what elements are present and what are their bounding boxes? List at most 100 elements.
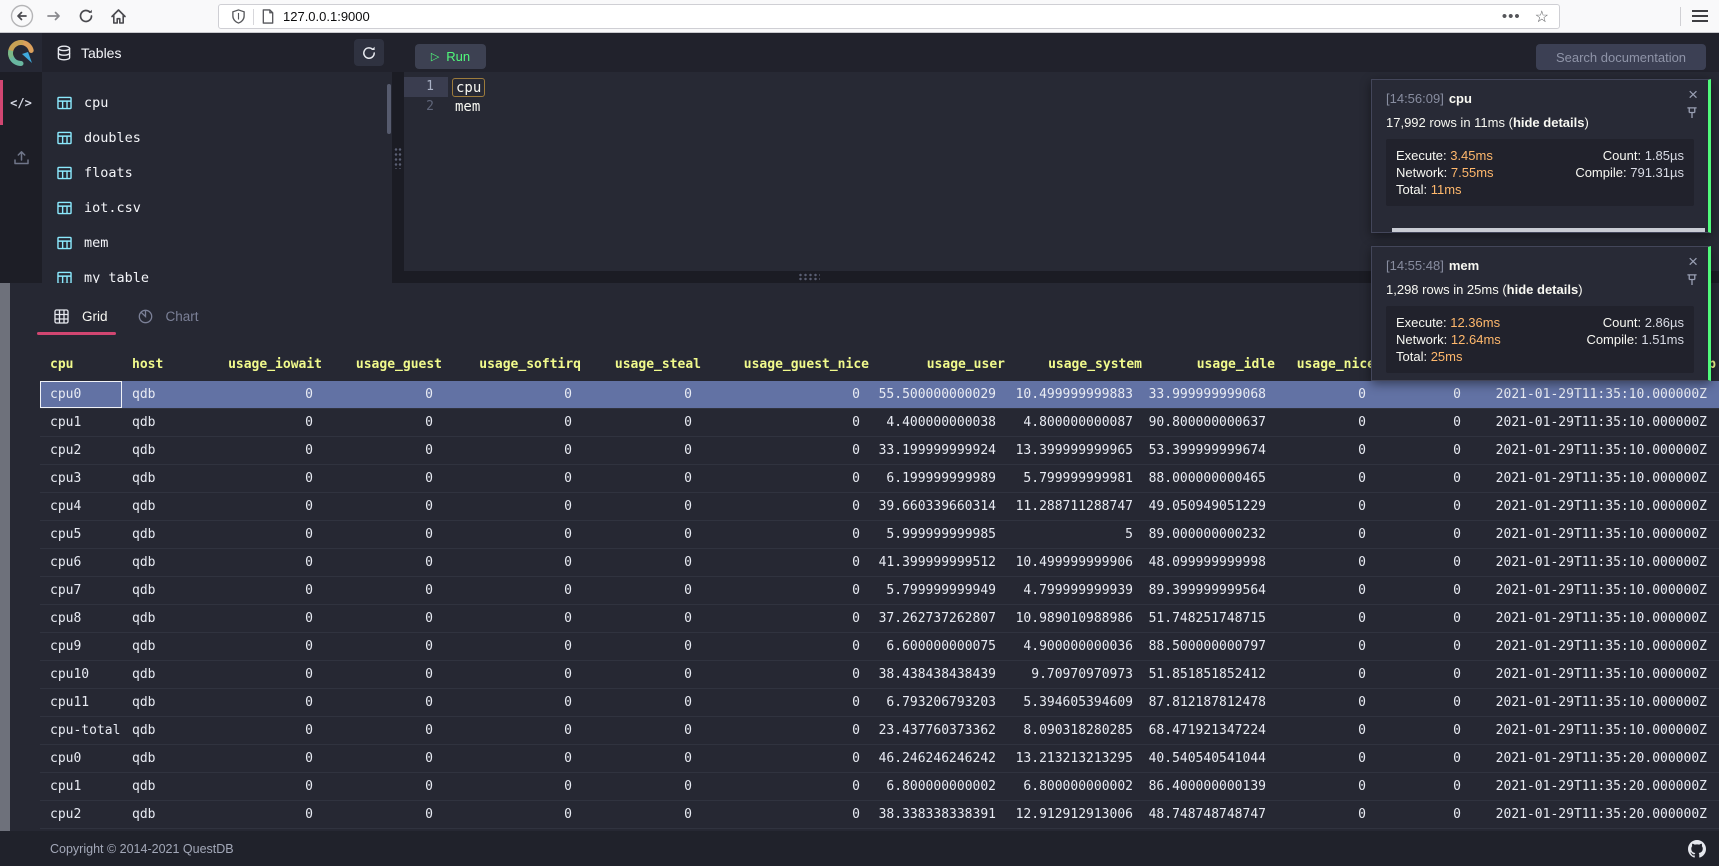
table-row[interactable]: cpu1qdb000006.8000000000026.800000000002… <box>40 773 1719 801</box>
table-cell[interactable]: 0 <box>584 801 704 828</box>
column-header[interactable]: usage_softirq <box>445 349 584 381</box>
table-cell[interactable]: qdb <box>122 745 200 772</box>
table-cell[interactable]: 4.400000000038 <box>872 409 1008 436</box>
page-info-icon[interactable] <box>261 9 275 24</box>
table-cell[interactable]: cpu1 <box>40 773 122 800</box>
table-row[interactable]: cpu1qdb000004.4000000000384.800000000087… <box>40 409 1719 437</box>
sidebar-item-mem[interactable]: mem <box>42 225 392 260</box>
table-cell[interactable]: 0 <box>704 689 872 716</box>
table-cell[interactable]: 0 <box>325 437 445 464</box>
table-cell[interactable]: 0 <box>1278 437 1378 464</box>
table-cell[interactable]: 0 <box>200 409 325 436</box>
table-cell[interactable]: 0 <box>200 437 325 464</box>
table-cell[interactable]: cpu8 <box>40 605 122 632</box>
table-cell[interactable]: cpu1 <box>40 409 122 436</box>
pin-icon[interactable] <box>1686 273 1698 289</box>
table-cell[interactable]: 0 <box>1278 409 1378 436</box>
table-row[interactable]: cpu5qdb000005.999999999985589.0000000002… <box>40 521 1719 549</box>
table-cell[interactable]: 12.912912913006 <box>1008 801 1145 828</box>
table-cell[interactable]: 0 <box>445 801 584 828</box>
table-cell[interactable]: qdb <box>122 605 200 632</box>
table-cell[interactable]: 0 <box>1378 689 1473 716</box>
table-cell[interactable]: 0 <box>1378 633 1473 660</box>
table-cell[interactable]: 0 <box>325 549 445 576</box>
table-row[interactable]: cpu0qdb0000055.50000000002910.4999999998… <box>40 381 1719 409</box>
table-cell[interactable]: 0 <box>584 549 704 576</box>
table-cell[interactable]: 0 <box>1278 745 1378 772</box>
table-cell[interactable]: 10.989010988986 <box>1008 605 1145 632</box>
sidebar-item-cpu[interactable]: cpu <box>42 85 392 120</box>
table-cell[interactable]: 10.499999999883 <box>1008 381 1145 408</box>
table-cell[interactable]: 4.900000000036 <box>1008 633 1145 660</box>
column-header[interactable]: usage_nice <box>1278 349 1378 381</box>
table-cell[interactable]: 2021-01-29T11:35:10.000000Z <box>1473 521 1719 548</box>
tables-scrollbar[interactable] <box>387 84 391 134</box>
table-cell[interactable]: 88.000000000465 <box>1145 465 1278 492</box>
table-cell[interactable]: 86.400000000139 <box>1145 773 1278 800</box>
table-cell[interactable]: 89.399999999564 <box>1145 577 1278 604</box>
table-cell[interactable]: 2021-01-29T11:35:10.000000Z <box>1473 605 1719 632</box>
table-cell[interactable]: cpu10 <box>40 661 122 688</box>
table-cell[interactable]: 2021-01-29T11:35:10.000000Z <box>1473 689 1719 716</box>
table-cell[interactable]: 39.660339660314 <box>872 493 1008 520</box>
table-cell[interactable]: 0 <box>325 577 445 604</box>
table-cell[interactable]: 0 <box>200 773 325 800</box>
table-cell[interactable]: 0 <box>445 493 584 520</box>
table-cell[interactable]: 0 <box>704 381 872 408</box>
table-cell[interactable]: 0 <box>200 465 325 492</box>
table-cell[interactable]: 0 <box>445 381 584 408</box>
table-cell[interactable]: 0 <box>445 549 584 576</box>
vertical-splitter[interactable] <box>392 72 404 283</box>
table-cell[interactable]: 0 <box>704 717 872 744</box>
table-cell[interactable]: 0 <box>200 633 325 660</box>
close-icon[interactable]: × <box>1688 253 1698 270</box>
table-cell[interactable]: 0 <box>584 465 704 492</box>
table-row[interactable]: cpu3qdb000006.1999999999895.799999999981… <box>40 465 1719 493</box>
table-cell[interactable]: 0 <box>445 577 584 604</box>
table-cell[interactable]: 2021-01-29T11:35:20.000000Z <box>1473 745 1719 772</box>
table-cell[interactable]: 0 <box>445 521 584 548</box>
table-cell[interactable]: 5.394605394609 <box>1008 689 1145 716</box>
left-scrollbar-strip[interactable] <box>0 283 10 831</box>
table-cell[interactable]: 49.050949051229 <box>1145 493 1278 520</box>
table-row[interactable]: cpu6qdb0000041.39999999951210.4999999999… <box>40 549 1719 577</box>
table-cell[interactable]: 0 <box>704 465 872 492</box>
table-cell[interactable]: 0 <box>200 689 325 716</box>
table-cell[interactable]: 0 <box>445 661 584 688</box>
table-cell[interactable]: 0 <box>1278 801 1378 828</box>
table-cell[interactable]: 87.812187812478 <box>1145 689 1278 716</box>
sidebar-item-iot.csv[interactable]: iot.csv <box>42 190 392 225</box>
table-row[interactable]: cpu2qdb0000038.33833833839112.9129129130… <box>40 801 1719 829</box>
table-cell[interactable]: 0 <box>325 745 445 772</box>
table-cell[interactable]: cpu2 <box>40 801 122 828</box>
table-cell[interactable]: 2021-01-29T11:35:10.000000Z <box>1473 409 1719 436</box>
table-cell[interactable]: 13.399999999965 <box>1008 437 1145 464</box>
table-cell[interactable]: qdb <box>122 521 200 548</box>
pin-icon[interactable] <box>1686 106 1698 122</box>
table-cell[interactable]: 68.471921347224 <box>1145 717 1278 744</box>
column-header[interactable]: usage_user <box>872 349 1008 381</box>
table-cell[interactable]: 0 <box>445 717 584 744</box>
table-cell[interactable]: 0 <box>325 465 445 492</box>
table-cell[interactable]: qdb <box>122 465 200 492</box>
table-cell[interactable]: 2021-01-29T11:35:10.000000Z <box>1473 465 1719 492</box>
github-link[interactable] <box>1688 840 1706 863</box>
table-cell[interactable]: 37.262737262807 <box>872 605 1008 632</box>
table-cell[interactable]: qdb <box>122 437 200 464</box>
table-cell[interactable]: 2021-01-29T11:35:10.000000Z <box>1473 493 1719 520</box>
table-cell[interactable]: 0 <box>1278 717 1378 744</box>
table-cell[interactable]: cpu6 <box>40 549 122 576</box>
table-cell[interactable]: cpu-total <box>40 717 122 744</box>
table-cell[interactable]: 0 <box>200 661 325 688</box>
browser-menu-button[interactable] <box>1692 10 1708 22</box>
table-row[interactable]: cpu-totalqdb0000023.4377603733628.090318… <box>40 717 1719 745</box>
table-cell[interactable]: 5 <box>1008 521 1145 548</box>
sidebar-item-my_table[interactable]: my_table <box>42 260 392 283</box>
table-cell[interactable]: 2021-01-29T11:35:10.000000Z <box>1473 549 1719 576</box>
table-cell[interactable]: 0 <box>200 381 325 408</box>
table-cell[interactable]: 0 <box>704 409 872 436</box>
table-cell[interactable]: cpu7 <box>40 577 122 604</box>
table-row[interactable]: cpu7qdb000005.7999999999494.799999999939… <box>40 577 1719 605</box>
table-row[interactable]: cpu11qdb000006.7932067932035.39460539460… <box>40 689 1719 717</box>
table-cell[interactable]: 0 <box>445 437 584 464</box>
